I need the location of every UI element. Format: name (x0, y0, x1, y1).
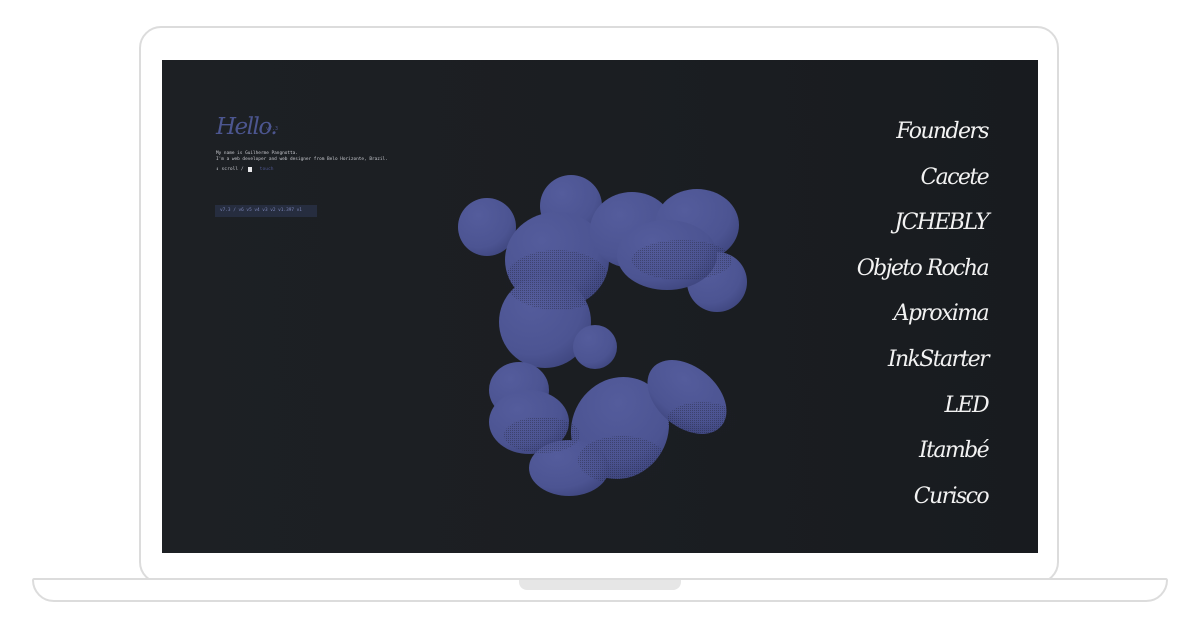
project-link-curisco[interactable]: Curisco (857, 481, 990, 527)
project-list: Founders Cacete JCHEBLY Objeto Rocha Apr… (857, 116, 990, 527)
laptop-notch (519, 580, 681, 590)
project-link-cacete[interactable]: Cacete (857, 162, 989, 208)
project-link-itambe[interactable]: Itambé (857, 435, 990, 481)
project-link-aproxima[interactable]: Aproxima (857, 298, 990, 344)
project-link-founders[interactable]: Founders (857, 116, 989, 162)
project-link-inkstarter[interactable]: InkStarter (857, 344, 990, 390)
project-link-led[interactable]: LED (857, 390, 989, 436)
project-link-objeto-rocha[interactable]: Objeto Rocha (857, 253, 990, 299)
project-link-jchebly[interactable]: JCHEBLY (857, 207, 989, 253)
website-screen: Hello. v7.3 My name is Guilherme Pangnot… (162, 60, 1038, 553)
